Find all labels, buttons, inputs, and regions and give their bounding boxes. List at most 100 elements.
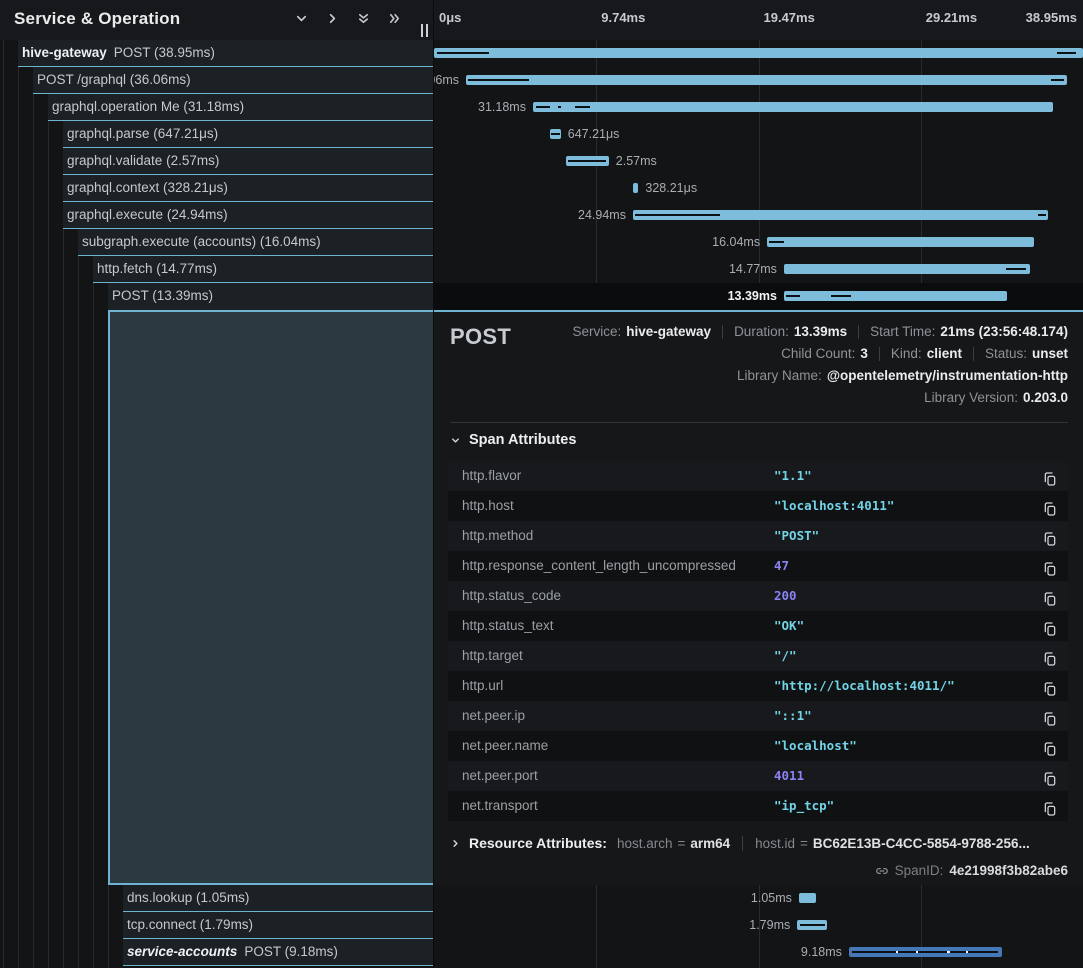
tree-row[interactable]: graphql.validate (2.57ms) [63,148,433,175]
span-bar[interactable] [466,75,1067,85]
tree-row[interactable]: dns.lookup (1.05ms) [123,885,433,912]
span-bar-mark [468,79,530,81]
copy-icon[interactable] [1042,618,1058,634]
attribute-key: net.transport [462,791,538,821]
tree-row[interactable]: tcp.connect (1.79ms) [123,912,433,939]
operation-label: POST (9.18ms) [244,944,338,959]
attribute-key: http.status_text [462,611,554,641]
timeline-row[interactable]: 13.39ms [434,283,1083,310]
attribute-value: "/" [774,641,797,671]
attribute-key: http.response_content_length_uncompresse… [462,551,736,581]
panel-resize-handle[interactable] [420,24,430,37]
resource-attr-key: host.arch [617,836,673,851]
span-attributes-title: Span Attributes [469,432,576,448]
copy-icon[interactable] [1042,798,1058,814]
overview-value: hive-gateway [626,321,711,343]
copy-icon[interactable] [1042,678,1058,694]
resource-attr-value: BC62E13B-C4CC-5854-9788-256... [813,836,1030,851]
attribute-row: http.response_content_length_uncompresse… [448,551,1068,581]
chevron-right-icon[interactable] [325,11,340,26]
span-duration-label: 31.18ms [478,94,526,121]
span-bar[interactable] [784,291,1007,301]
timeline-row[interactable]: 36.06ms [434,67,1083,94]
overview-value: 3 [860,343,868,365]
timeline-row[interactable]: 647.21μs [434,121,1083,148]
span-attributes-table: http.flavor"1.1"http.host"localhost:4011… [448,461,1068,821]
tree-row[interactable]: POST /graphql (36.06ms) [33,67,433,94]
copy-icon[interactable] [1042,588,1058,604]
span-duration-label: 1.79ms [749,912,790,939]
trace-viewer: hive-gatewayPOST (38.95ms) POST /graphql … [0,0,1083,968]
overview-key: Start Time: [870,321,935,343]
operation-label: dns.lookup (1.05ms) [127,890,249,905]
timeline-row[interactable]: 328.21μs [434,175,1083,202]
attribute-key: net.peer.port [462,761,538,791]
timeline-row[interactable]: 16.04ms [434,229,1083,256]
span-bar[interactable] [784,264,1030,274]
panel-divider[interactable] [433,0,434,968]
tree-row[interactable]: subgraph.execute (accounts) (16.04ms) [78,229,433,256]
timeline-row[interactable]: 24.94ms [434,202,1083,229]
copy-icon[interactable] [1042,708,1058,724]
span-bar[interactable] [533,102,1053,112]
timeline-row[interactable]: 9.18ms [434,939,1083,966]
span-bar[interactable] [566,156,609,166]
attribute-key: net.peer.name [462,731,548,761]
copy-icon[interactable] [1042,768,1058,784]
copy-icon[interactable] [1042,648,1058,664]
tree-row[interactable]: POST (13.39ms) [108,283,433,310]
timeline-row[interactable]: 31.18ms [434,94,1083,121]
tree-row[interactable]: graphql.parse (647.21μs) [63,121,433,148]
tree-row[interactable]: hive-gatewayPOST (38.95ms) [18,40,433,67]
operation-label: http.fetch (14.77ms) [97,261,217,276]
attribute-value: "localhost:4011" [774,491,894,521]
span-bar-mark [800,924,825,926]
tree-row[interactable]: graphql.operation Me (31.18ms) [48,94,433,121]
chevron-down-icon[interactable] [294,11,309,26]
operation-label: POST /graphql (36.06ms) [37,72,191,87]
overview-value: 0.203.0 [1023,387,1068,409]
tree-row[interactable]: graphql.context (328.21μs) [63,175,433,202]
span-attributes-header[interactable]: Span Attributes [450,432,576,448]
tree-row[interactable]: http.fetch (14.77ms) [93,256,433,283]
attribute-row: http.host "localhost:4011" [448,491,1068,521]
attribute-row: http.status_text "OK" [448,611,1068,641]
copy-icon[interactable] [1042,498,1058,514]
link-icon[interactable] [875,864,889,878]
span-overview: Service:hive-gatewayDuration:13.39msStar… [572,321,1068,409]
chevrons-down-icon[interactable] [356,11,371,26]
attribute-key: http.flavor [462,461,521,491]
copy-icon[interactable] [1042,468,1058,484]
tree-row[interactable]: graphql.execute (24.94ms) [63,202,433,229]
timeline-row[interactable]: 2.57ms [434,148,1083,175]
selected-span-detail-spacer [108,312,434,885]
resource-attributes-title: Resource Attributes: [469,835,607,851]
tree-row[interactable]: service-accountsPOST (9.18ms) [123,939,433,966]
copy-icon[interactable] [1042,528,1058,544]
span-bar[interactable] [550,129,561,139]
attribute-value: "http://localhost:4011/" [774,671,955,701]
span-bar[interactable] [849,947,1002,957]
span-bar[interactable] [633,183,638,193]
span-bar[interactable] [799,893,816,903]
span-bar[interactable] [797,920,827,930]
overview-value: 13.39ms [794,321,847,343]
attribute-row: net.peer.name"localhost" [448,731,1068,761]
span-bar[interactable] [767,237,1034,247]
timeline-row[interactable]: 38.95ms [434,40,1083,67]
attribute-key: http.host [462,491,514,521]
copy-icon[interactable] [1042,738,1058,754]
span-id-label: SpanID: [895,863,944,878]
chevrons-right-icon[interactable] [387,11,402,26]
timeline-row[interactable]: 14.77ms [434,256,1083,283]
span-bar[interactable] [434,48,1083,58]
overview-key: Kind: [891,343,922,365]
resource-attributes-row[interactable]: Resource Attributes: host.arch = arm64 h… [450,835,1030,851]
span-bar[interactable] [633,210,1049,220]
timeline-row[interactable]: 1.05ms [434,885,1083,912]
chevron-down-icon [450,435,461,446]
timeline-row[interactable]: 1.79ms [434,912,1083,939]
attribute-value: "OK" [774,611,804,641]
span-duration-label: 36.06ms [434,67,459,94]
copy-icon[interactable] [1042,558,1058,574]
